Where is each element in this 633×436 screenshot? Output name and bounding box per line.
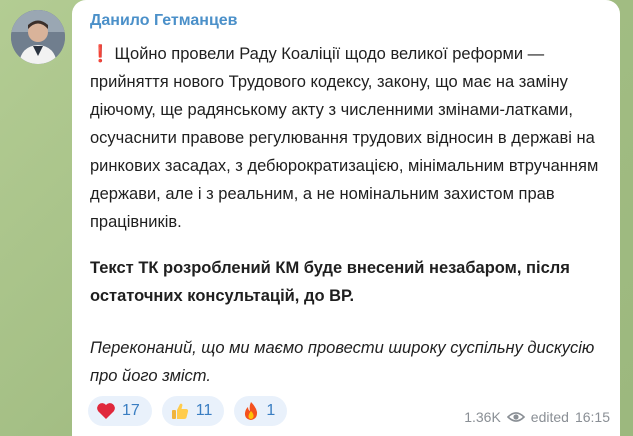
views-count: 1.36K [464,409,501,425]
thumbs-up-icon [171,403,188,419]
author-avatar[interactable] [11,10,65,64]
paragraph-1-text: Щойно провели Раду Коаліції щодо великої… [90,45,599,231]
reactions-bar: 17 11 1 [88,396,288,426]
message-meta: 1.36K edited 16:15 [464,409,610,425]
message-paragraph-2: Текст ТК розроблений КМ буде внесений не… [90,259,570,305]
reaction-count: 11 [195,402,213,419]
reaction-fire[interactable]: 1 [234,396,288,426]
author-name[interactable]: Данило Гетманцев [90,12,238,30]
reaction-count: 1 [266,402,276,419]
heart-icon [97,403,115,419]
reaction-count: 17 [122,402,140,419]
message-bubble: Данило Гетманцев ❗ Щойно провели Раду Коа… [72,0,620,436]
fire-icon [245,402,258,420]
message-paragraph-3: Переконаний, що ми маємо провести широку… [90,339,595,385]
eye-icon [506,412,525,422]
reaction-thumbs-up[interactable]: 11 [161,396,225,426]
message-time: 16:15 [574,409,610,425]
reaction-heart[interactable]: 17 [88,396,152,426]
avatar-photo [11,10,65,64]
red-exclamation-icon: ❗ [90,45,111,63]
message-paragraph-1: ❗ Щойно провели Раду Коаліції щодо велико… [90,40,615,236]
edited-label: edited [530,409,569,425]
